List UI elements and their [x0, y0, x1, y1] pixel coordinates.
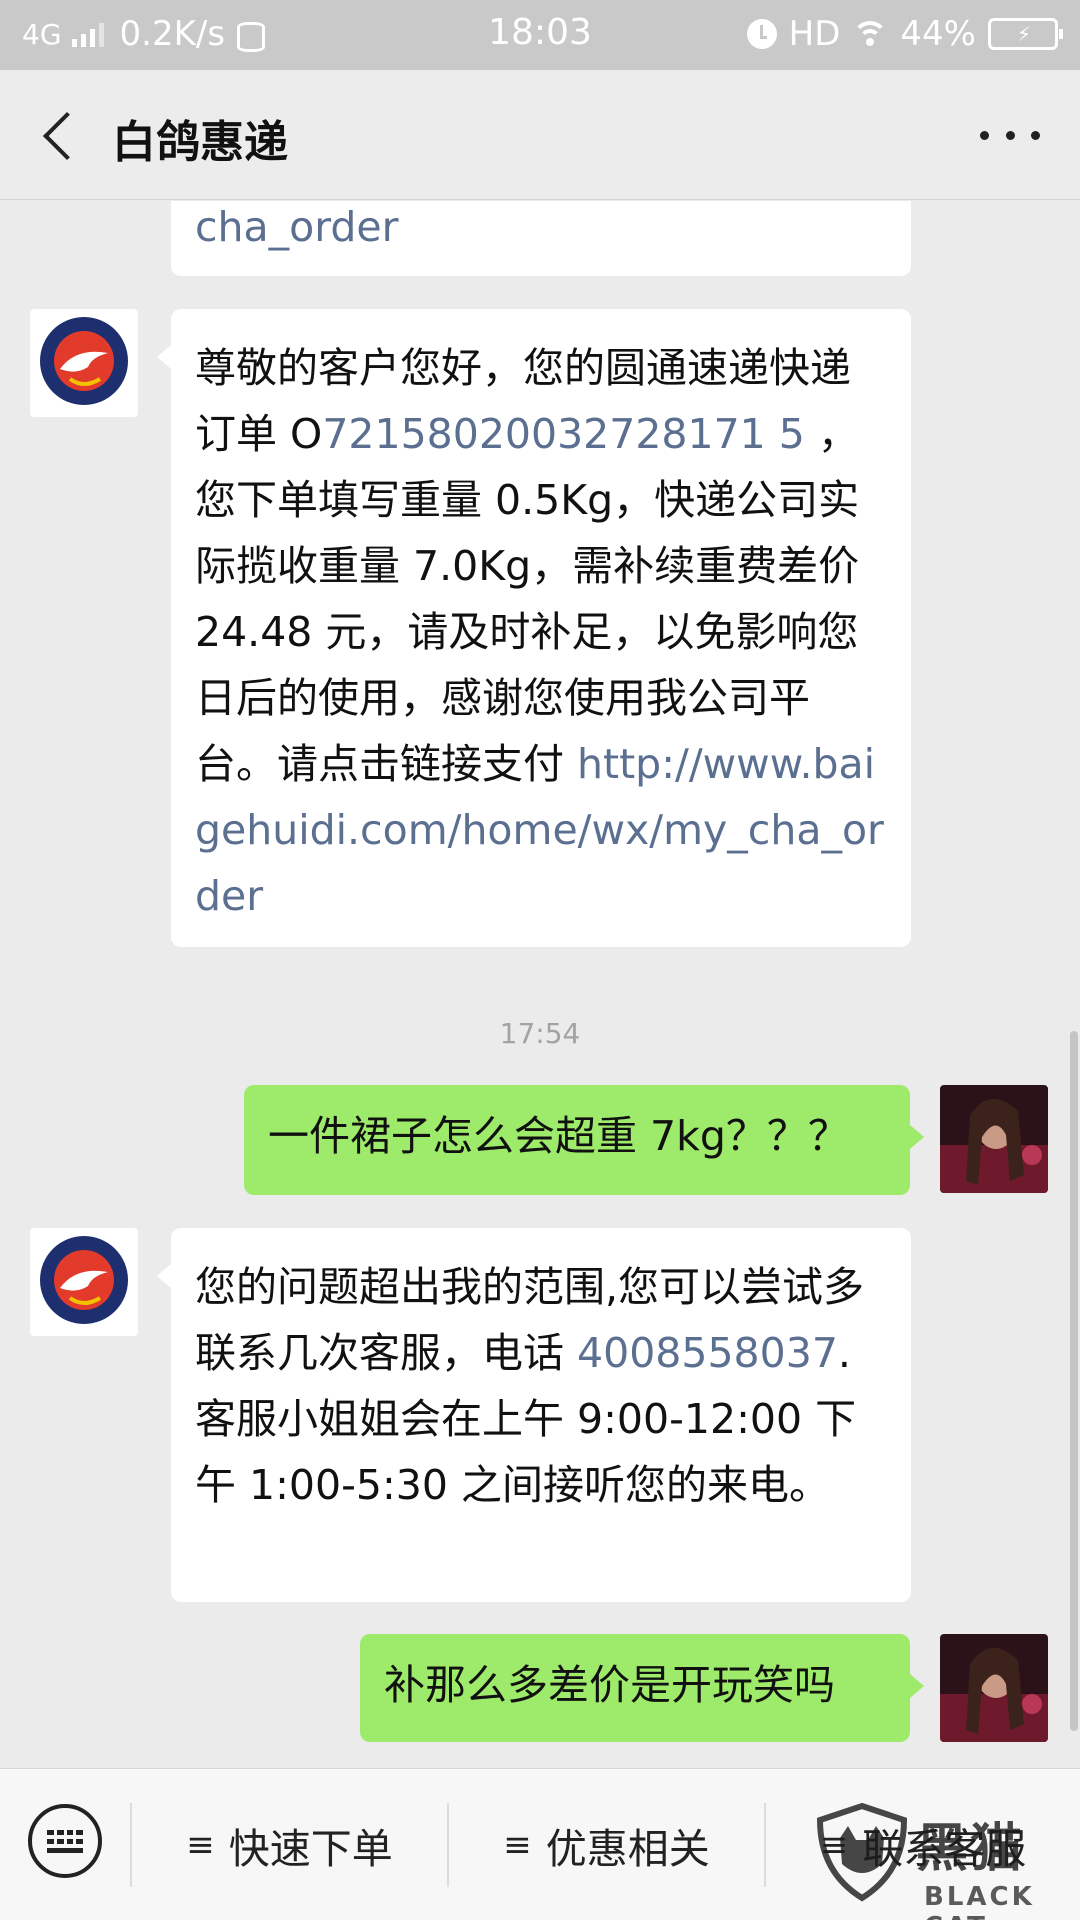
order-number-link[interactable]: 72158020032728171 5 — [322, 410, 805, 458]
chat-title: 白鸽惠递 — [112, 117, 288, 168]
message-bubble-bot: 尊敬的客户您好，您的圆通速递快递订单 O72158020032728171 5 … — [157, 309, 911, 947]
keyboard-toggle-icon[interactable] — [28, 1804, 102, 1878]
chat-scrollbar[interactable] — [1070, 1031, 1078, 1731]
message-text: cha_order — [195, 201, 398, 260]
white-dove-logo-icon — [40, 1236, 128, 1324]
battery-percent: 44% — [900, 14, 976, 54]
user-avatar[interactable] — [940, 1085, 1048, 1193]
message-text: 尊敬的客户您好，您的圆通速递快递订单 O72158020032728171 5 … — [195, 344, 884, 920]
more-options-icon[interactable] — [980, 120, 1040, 150]
message-bubble-me: 一件裙子怎么会超重 7kg？？？ — [244, 1085, 924, 1195]
payment-link[interactable]: cha_order — [195, 203, 398, 251]
chat-area[interactable]: cha_order 尊敬的客户您好，您的圆通速递快递订单 O7215802003… — [0, 201, 1080, 1768]
wifi-icon — [852, 19, 889, 49]
hd-indicator: HD — [788, 14, 841, 54]
user-avatar[interactable] — [940, 1634, 1048, 1742]
message-text: 一件裙子怎么会超重 7kg？？？ — [268, 1112, 849, 1160]
chat-header: 白鸽惠递 — [0, 70, 1080, 200]
black-cat-watermark: 黑猫 BLACK CAT — [812, 1802, 1074, 1920]
bot-avatar[interactable] — [30, 1228, 138, 1336]
bot-avatar[interactable] — [30, 309, 138, 417]
menu-quick-order[interactable]: ≡ 快速下单 — [132, 1769, 447, 1920]
menu-item-label: 优惠相关 — [545, 1825, 710, 1873]
watermark-cn-text: 黑猫 — [916, 1819, 1025, 1879]
message-timestamp: 17:54 — [499, 1017, 581, 1050]
user-photo-icon — [940, 1085, 1048, 1193]
message-bubble-me: 补那么多差价是开玩笑吗 — [360, 1634, 924, 1742]
message-text: 您的问题超出我的范围,您可以尝试多联系几次客服，电话 4008558037.客服… — [195, 1263, 865, 1509]
watermark-en-text: BLACK CAT — [924, 1882, 1035, 1920]
phone-number-link[interactable]: 4008558037 — [577, 1329, 838, 1377]
cat-shield-logo-icon — [816, 1802, 908, 1902]
message-bubble-bot: 您的问题超出我的范围,您可以尝试多联系几次客服，电话 4008558037.客服… — [157, 1228, 911, 1602]
message-bubble-bot: cha_order — [171, 201, 911, 276]
user-photo-icon — [940, 1634, 1048, 1742]
alarm-icon — [746, 19, 777, 49]
menu-item-label: 快速下单 — [228, 1825, 393, 1873]
battery-charging-icon: ⚡ — [988, 18, 1063, 50]
menu-list-icon: ≡ — [186, 1825, 215, 1865]
white-dove-logo-icon — [40, 317, 128, 405]
menu-discounts[interactable]: ≡ 优惠相关 — [449, 1769, 764, 1920]
menu-list-icon: ≡ — [503, 1825, 532, 1865]
status-right: HD 44% ⚡ — [746, 14, 1063, 54]
status-bar: 4G 0.2K/s 18:03 HD 44% ⚡ — [0, 0, 1080, 70]
message-text: 补那么多差价是开玩笑吗 — [384, 1661, 835, 1709]
back-arrow-icon[interactable] — [32, 105, 92, 165]
